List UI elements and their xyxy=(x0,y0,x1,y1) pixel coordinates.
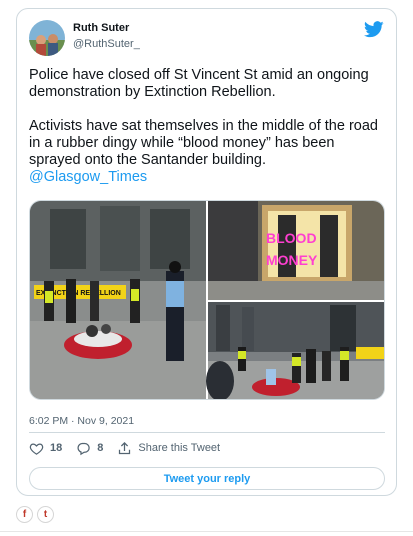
page-divider xyxy=(0,531,413,532)
graffiti-line-2: MONEY xyxy=(266,252,318,268)
author-name[interactable]: Ruth Suter xyxy=(73,22,129,34)
avatar[interactable] xyxy=(29,20,65,56)
facebook-icon[interactable]: f xyxy=(16,506,33,523)
tweet-paragraph-1: Police have closed off St Vincent St ami… xyxy=(29,67,369,100)
graffiti-photo[interactable]: BLOOD MONEY xyxy=(208,201,385,300)
author-handle[interactable]: @RuthSuter_ xyxy=(73,38,140,50)
tweet-paragraph-2: Activists have sat themselves in the mid… xyxy=(29,118,378,168)
likes-count: 18 xyxy=(50,442,63,454)
replies-count: 8 xyxy=(97,442,104,454)
share-label: Share this Tweet xyxy=(138,442,221,454)
tweet-card: Ruth Suter @RuthSuter_ Police have close… xyxy=(16,8,397,496)
reply-bubble-icon xyxy=(77,442,90,455)
share-icon xyxy=(119,441,131,454)
media-grid[interactable]: EXTINCTION REBELLION BLOOD MONEY xyxy=(29,200,385,400)
tweet-your-reply-button[interactable]: Tweet your reply xyxy=(29,467,385,490)
divider xyxy=(29,432,385,433)
tweet-timestamp[interactable]: 6:02 PM · Nov 9, 2021 xyxy=(29,415,134,427)
heart-icon xyxy=(29,442,44,455)
twitter-glyph: t xyxy=(43,509,48,520)
twitter-bird-icon[interactable] xyxy=(364,21,384,38)
street-photo[interactable] xyxy=(206,302,385,400)
reply-button[interactable]: 8 xyxy=(76,441,103,456)
protest-photo[interactable]: EXTINCTION REBELLION xyxy=(30,201,206,400)
like-button[interactable]: 18 xyxy=(29,441,62,456)
twitter-icon[interactable]: t xyxy=(37,506,54,523)
action-bar: 18 8 Share this Tweet xyxy=(29,440,234,456)
graffiti-line-1: BLOOD xyxy=(266,230,317,246)
share-tweet-button[interactable]: Share this Tweet xyxy=(117,441,220,456)
facebook-glyph: f xyxy=(22,509,27,520)
mention-link[interactable]: @Glasgow_Times xyxy=(29,169,147,185)
tweet-text: Police have closed off St Vincent St ami… xyxy=(29,67,389,186)
social-share-row: f t xyxy=(16,506,58,523)
